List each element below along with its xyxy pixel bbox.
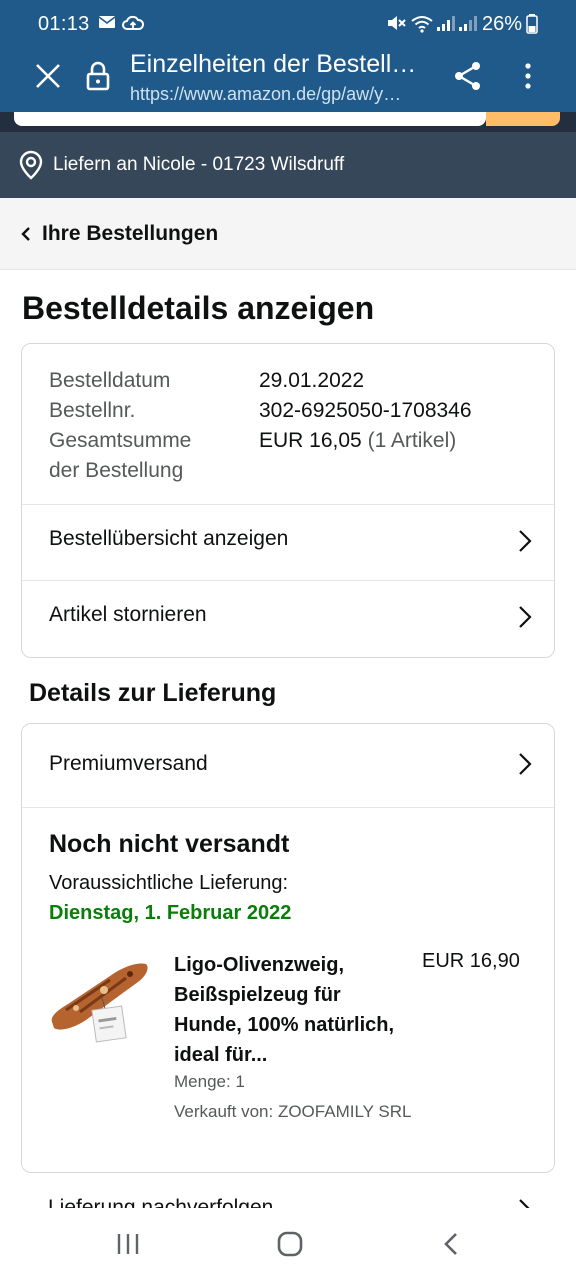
signal-icon	[437, 16, 455, 31]
signal-icon-2	[459, 16, 477, 31]
recent-apps-icon[interactable]	[114, 1230, 142, 1258]
product-seller: Verkauft von: ZOOFAMILY SRL	[174, 1102, 412, 1121]
search-button[interactable]	[486, 112, 560, 126]
order-total: EUR 16,05	[259, 429, 362, 452]
order-total-line: EUR 16,05 (1 Artikel)	[259, 426, 472, 456]
chevron-left-icon	[21, 227, 30, 241]
search-input[interactable]	[14, 112, 486, 126]
battery-icon	[526, 14, 538, 34]
product-price: EUR 16,90	[422, 950, 520, 972]
order-total-label: Gesamtsumme	[49, 429, 192, 452]
shipment-status: Noch nicht versandt	[49, 830, 290, 858]
order-meta-values: 29.01.2022 302-6925050-1708346 EUR 16,05…	[259, 366, 472, 456]
wifi-icon	[411, 16, 433, 33]
chevron-right-icon	[519, 1199, 530, 1208]
page-tab-title: Einzelheiten der Bestellu…	[130, 50, 430, 78]
delivery-card: Premiumversand Noch nicht versandt Vorau…	[21, 723, 555, 1173]
shipping-method-row[interactable]: Premiumversand	[22, 724, 554, 808]
close-icon[interactable]	[32, 60, 64, 92]
deliver-to-bar[interactable]: Liefern an Nicole - 01723 Wilsdruff	[0, 132, 576, 198]
shipping-method-label: Premiumversand	[49, 752, 208, 775]
lock-icon[interactable]	[84, 60, 112, 92]
order-meta-labels: Bestelldatum Bestellnr. Gesamtsumme der …	[49, 366, 191, 486]
mute-icon	[388, 16, 406, 30]
battery-percent: 26%	[481, 13, 522, 35]
view-order-summary-label: Bestellübersicht anzeigen	[49, 527, 289, 550]
order-number: 302-6925050-1708346	[259, 399, 472, 422]
estimated-delivery-label: Voraussichtliche Lieferung:	[49, 872, 289, 894]
delivery-section-title: Details zur Lieferung	[29, 679, 277, 707]
chevron-right-icon	[519, 606, 532, 628]
more-options-icon[interactable]	[516, 60, 540, 92]
order-date: 29.01.2022	[259, 369, 365, 392]
breadcrumb[interactable]: Ihre Bestellungen	[0, 198, 576, 270]
track-package-label: Lieferung nachverfolgen	[48, 1196, 274, 1208]
status-bar: 01:13 26%	[0, 0, 576, 48]
home-icon[interactable]	[276, 1230, 304, 1258]
estimated-delivery-date: Dienstag, 1. Februar 2022	[49, 902, 292, 924]
order-total-label-2: der Bestellung	[49, 459, 184, 482]
page-title: Bestelldetails anzeigen	[22, 290, 375, 326]
product-quantity: Menge: 1	[174, 1072, 245, 1091]
status-time: 01:13	[38, 13, 90, 35]
chevron-right-icon	[519, 753, 532, 775]
breadcrumb-label: Ihre Bestellungen	[42, 222, 219, 245]
android-nav-bar	[0, 1208, 576, 1280]
track-package-row[interactable]: Lieferung nachverfolgen	[0, 1174, 576, 1208]
browser-chrome: 01:13 26% Einzelheiten der Bestellu… htt…	[0, 0, 576, 112]
location-pin-icon	[19, 150, 43, 180]
cancel-items-row[interactable]: Artikel stornieren	[22, 580, 554, 656]
cancel-items-label: Artikel stornieren	[49, 603, 207, 626]
cloud-upload-icon	[122, 15, 144, 30]
share-icon[interactable]	[452, 60, 484, 92]
address-bar-url[interactable]: https://www.amazon.de/gp/aw/y…	[130, 84, 430, 105]
product-image[interactable]	[46, 950, 154, 1046]
order-item-count: (1 Artikel)	[367, 429, 457, 452]
deliver-to-text: Liefern an Nicole - 01723 Wilsdruff	[53, 154, 345, 175]
order-number-label: Bestellnr.	[49, 399, 136, 422]
chevron-right-icon	[519, 530, 532, 552]
order-summary-card: Bestelldatum Bestellnr. Gesamtsumme der …	[21, 343, 555, 658]
mail-icon	[98, 16, 116, 28]
back-icon[interactable]	[438, 1230, 466, 1258]
view-order-summary-row[interactable]: Bestellübersicht anzeigen	[22, 504, 554, 580]
search-bar	[0, 112, 576, 132]
product-title[interactable]: Ligo-Olivenzweig, Beißspielzeug für Hund…	[174, 950, 404, 1070]
order-date-label: Bestelldatum	[49, 369, 171, 392]
